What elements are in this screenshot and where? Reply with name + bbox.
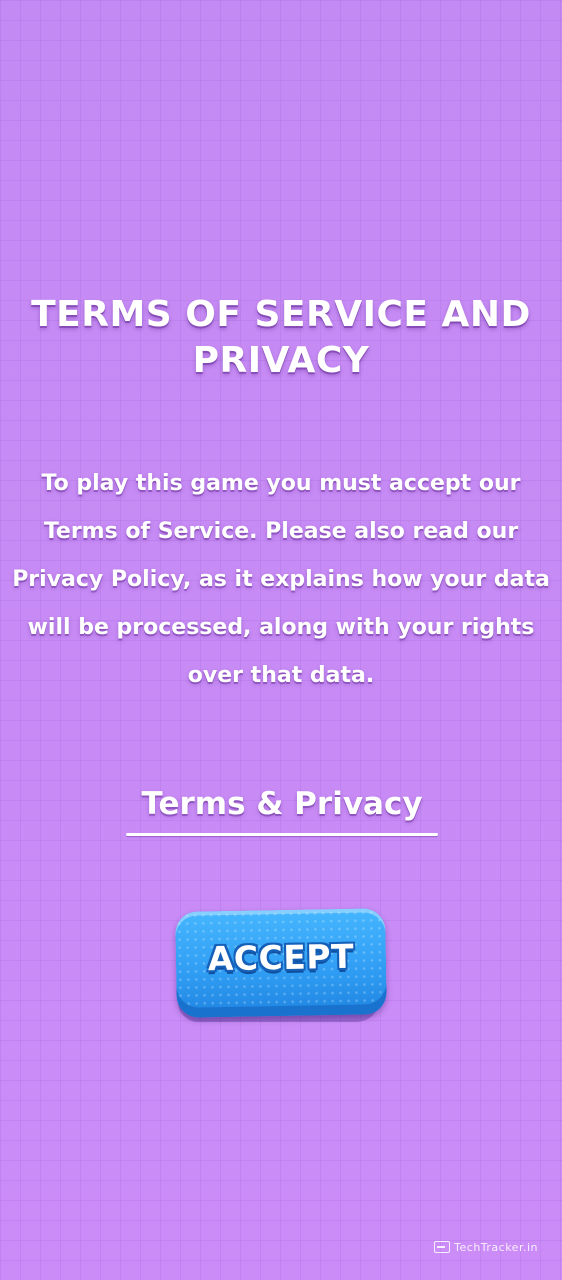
terms-privacy-link[interactable]: Terms & Privacy — [126, 780, 438, 836]
accept-button-label: ACCEPT — [207, 936, 355, 979]
terms-screen: TERMS OF SERVICE AND PRIVACY To play thi… — [0, 0, 562, 1280]
watermark: TechTracker.in — [434, 1238, 538, 1256]
accept-button[interactable]: ACCEPT — [175, 908, 387, 1018]
terms-message: To play this game you must accept our Te… — [12, 471, 550, 688]
browser-window-icon — [434, 1241, 451, 1253]
link-underline — [126, 833, 438, 836]
page-title: TERMS OF SERVICE AND PRIVACY — [31, 294, 531, 381]
watermark-text: TechTracker.in — [454, 1240, 538, 1254]
accept-button-container: ACCEPT — [175, 908, 387, 1024]
terms-privacy-link-label: Terms & Privacy — [141, 786, 423, 822]
